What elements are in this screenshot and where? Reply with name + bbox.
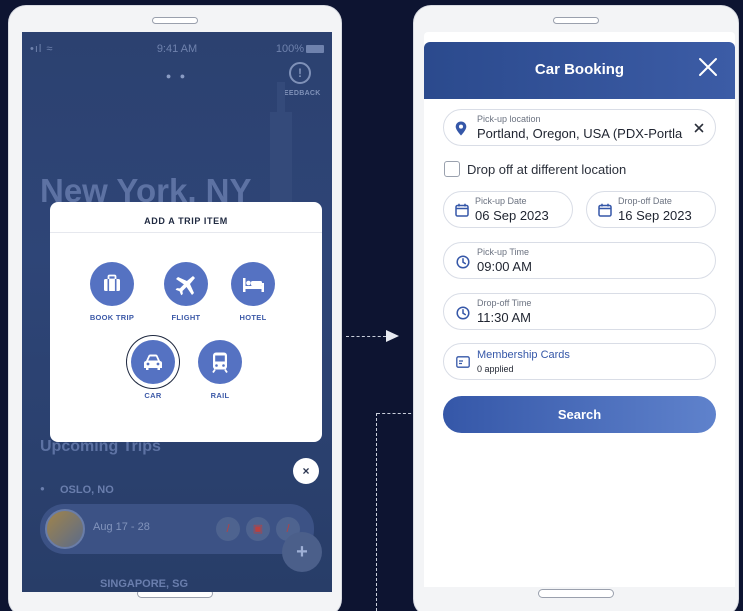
- trip-dates: Aug 17 - 28: [93, 521, 150, 533]
- train-icon: [198, 340, 242, 384]
- left-phone-frame: •ıl ≈ 9:41 AM 100% ● ● ! FEEDBACK New Yo…: [8, 5, 342, 611]
- phone-home-button[interactable]: [538, 589, 614, 598]
- option-label: BOOK TRIP: [89, 313, 135, 322]
- car-booking-header: Car Booking: [424, 42, 735, 99]
- flow-arrow-icon: [386, 330, 399, 342]
- option-flight[interactable]: FLIGHT: [151, 262, 221, 322]
- phone-speaker: [152, 17, 198, 24]
- pickup-date-label: Pick-up Date: [475, 196, 527, 206]
- add-trip-item-modal: ADD A TRIP ITEM BOOK TRIP FLIGHT HOTEL C…: [50, 202, 322, 442]
- clear-icon[interactable]: [694, 123, 704, 133]
- pickup-time-label: Pick-up Time: [477, 247, 530, 257]
- calendar-icon: [455, 203, 469, 217]
- dropoff-time-field[interactable]: Drop-off Time 11:30 AM: [443, 293, 716, 330]
- battery-indicator: 100%: [276, 43, 324, 55]
- flight-badge-icon: /: [216, 517, 240, 541]
- pickup-date-field[interactable]: Pick-up Date 06 Sep 2023: [443, 191, 573, 228]
- location-pin-icon: [455, 121, 467, 136]
- calendar-icon: [598, 203, 612, 217]
- dropoff-date-label: Drop-off Date: [618, 196, 672, 206]
- option-rail[interactable]: RAIL: [185, 340, 255, 400]
- membership-cards-field[interactable]: Membership Cards 0 applied: [443, 343, 716, 380]
- option-label: HOTEL: [239, 313, 267, 322]
- divider: [50, 232, 322, 233]
- modal-title: ADD A TRIP ITEM: [144, 216, 228, 226]
- dropoff-date-field[interactable]: Drop-off Date 16 Sep 2023: [586, 191, 716, 228]
- phone-speaker: [553, 17, 599, 24]
- dropoff-time-value: 11:30 AM: [477, 310, 531, 325]
- option-label: FLIGHT: [171, 313, 201, 322]
- trip-item-singapore[interactable]: SINGAPORE, SG: [100, 578, 188, 590]
- flow-connector: [376, 413, 377, 611]
- pickup-date-value: 06 Sep 2023: [475, 208, 549, 223]
- option-car[interactable]: CAR: [118, 340, 188, 400]
- trip-screen: •ıl ≈ 9:41 AM 100% ● ● ! FEEDBACK New Yo…: [22, 32, 332, 592]
- plane-icon: [164, 262, 208, 306]
- option-label: CAR: [144, 391, 162, 400]
- battery-percent: 100%: [275, 43, 304, 55]
- pickup-location-label: Pick-up location: [477, 114, 541, 124]
- pickup-location-value: Portland, Oregon, USA (PDX-Portla: [477, 126, 683, 141]
- pickup-time-field[interactable]: Pick-up Time 09:00 AM: [443, 242, 716, 279]
- close-icon[interactable]: [697, 56, 719, 78]
- search-button[interactable]: Search: [443, 396, 716, 433]
- add-trip-fab[interactable]: +: [282, 532, 322, 572]
- car-booking-screen: Car Booking Pick-up location Portland, O…: [424, 32, 735, 587]
- clock-icon: [456, 255, 470, 269]
- option-hotel[interactable]: HOTEL: [218, 262, 288, 322]
- battery-icon: [306, 45, 324, 54]
- option-label: RAIL: [210, 391, 230, 400]
- different-dropoff-label: Drop off at different location: [467, 162, 627, 177]
- different-dropoff-checkbox[interactable]: [444, 161, 460, 177]
- trip-card[interactable]: Aug 17 - 28 / ▣ /: [40, 504, 314, 554]
- pickup-time-value: 09:00 AM: [477, 259, 532, 274]
- membership-cards-count: 0 applied: [477, 364, 514, 374]
- car-icon: [131, 340, 175, 384]
- membership-cards-label: Membership Cards: [477, 349, 570, 361]
- close-modal-button[interactable]: ×: [293, 458, 319, 484]
- suitcase-icon: [90, 262, 134, 306]
- rail-badge-icon: ▣: [246, 517, 270, 541]
- clock-icon: [456, 306, 470, 320]
- membership-card-icon: [456, 356, 470, 368]
- dropoff-time-label: Drop-off Time: [477, 298, 532, 308]
- trip-thumbnail: [45, 509, 85, 549]
- flow-connector: [346, 336, 386, 337]
- status-bar: •ıl ≈ 9:41 AM 100%: [22, 43, 332, 57]
- pickup-location-field[interactable]: Pick-up location Portland, Oregon, USA (…: [443, 109, 716, 146]
- dropoff-date-value: 16 Sep 2023: [618, 208, 692, 223]
- trip-item-oslo[interactable]: OSLO, NO: [40, 484, 114, 496]
- bed-icon: [231, 262, 275, 306]
- option-book-trip[interactable]: BOOK TRIP: [77, 262, 147, 322]
- page-title: Car Booking: [534, 61, 625, 78]
- feedback-icon: !: [289, 62, 311, 84]
